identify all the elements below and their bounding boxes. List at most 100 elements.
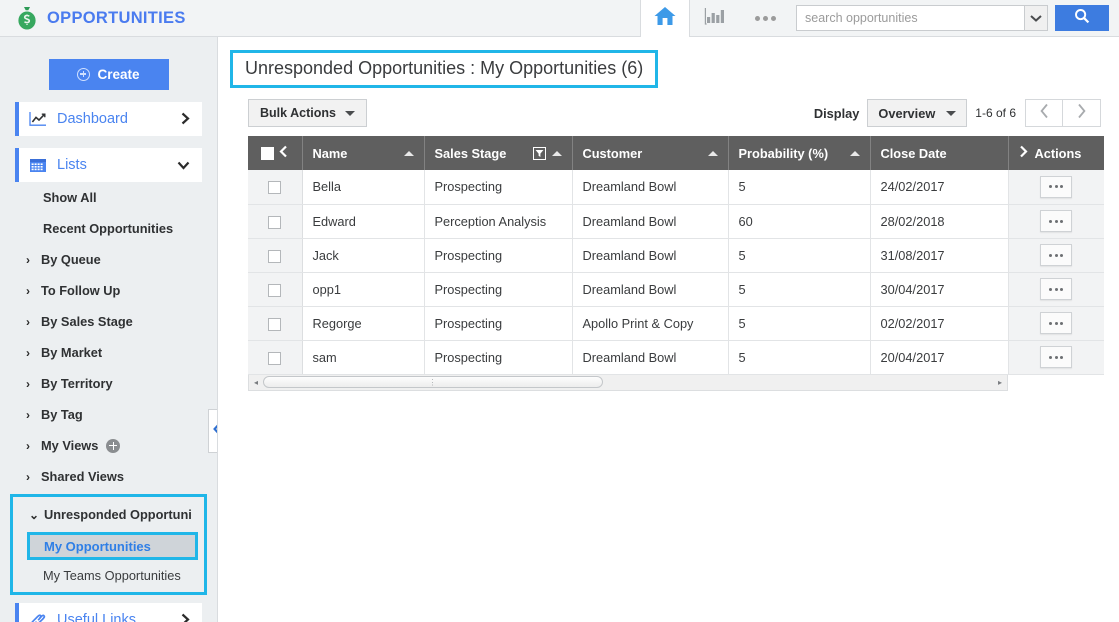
column-header-select-all[interactable] [248,136,303,170]
sidebar-item-shared-views[interactable]: › Shared Views [26,461,217,492]
home-button[interactable] [641,0,689,37]
sidebar-item-by-sales-stage[interactable]: › By Sales Stage [26,306,217,337]
sort-ascending-icon[interactable] [551,150,562,156]
create-button[interactable]: Create [48,59,169,90]
chevron-left-icon [1039,103,1050,124]
chevron-right-icon [181,112,190,127]
search-submit-button[interactable] [1055,5,1109,31]
search-input[interactable] [796,5,1024,31]
table-row[interactable]: Bella Prospecting Dreamland Bowl 5 24/02… [248,170,1104,205]
sidebar-item-to-follow-up[interactable]: › To Follow Up [26,275,217,306]
row-checkbox-cell[interactable] [248,340,303,375]
row-actions-button[interactable] [1040,244,1073,266]
table-row[interactable]: Regorge Prospecting Apollo Print & Copy … [248,306,1104,341]
select-all-checkbox[interactable] [261,146,275,160]
sidebar-item-recent-opportunities[interactable]: Recent Opportunities [43,213,217,244]
display-mode-select[interactable]: Overview [867,99,968,127]
sidebar-item-dashboard[interactable]: Dashboard [15,102,202,136]
chevron-right-icon[interactable] [1019,145,1028,161]
sidebar-item-lists[interactable]: Lists [15,148,202,182]
scrollbar-thumb[interactable]: ⋮ [263,376,603,388]
row-checkbox-cell[interactable] [248,272,303,307]
search-scope-dropdown[interactable] [1024,5,1048,31]
cell-close-date: 30/04/2017 [870,272,1009,307]
cell-name: Regorge [302,306,425,341]
column-header-name[interactable]: Name [302,136,425,170]
sidebar-collapse-handle[interactable] [208,409,217,453]
sidebar-item-my-teams-opportunities[interactable]: My Teams Opportunities [43,562,204,588]
cell-actions[interactable] [1008,340,1104,375]
row-checkbox[interactable] [268,215,282,229]
sidebar-item-useful-links[interactable]: Useful Links [15,603,202,622]
row-actions-button[interactable] [1040,312,1073,334]
previous-page-button[interactable] [1025,99,1063,127]
cell-actions[interactable] [1008,306,1104,341]
row-checkbox-cell[interactable] [248,306,303,341]
main-content: Unresponded Opportunities : My Opportuni… [219,37,1119,622]
sidebar-item-my-opportunities[interactable]: My Opportunities [27,532,198,560]
sidebar-item-unresponded-opportunities[interactable]: ⌄ Unresponded Opportuni [29,499,204,530]
column-header-sales-stage[interactable]: Sales Stage [424,136,573,170]
sort-ascending-icon[interactable] [403,150,414,156]
sidebar-item-label: By Tag [41,407,83,422]
table-row[interactable]: Edward Perception Analysis Dreamland Bow… [248,204,1104,239]
row-checkbox-cell[interactable] [248,170,303,205]
sort-ascending-icon[interactable] [707,150,718,156]
sidebar-item-by-tag[interactable]: › By Tag [26,399,217,430]
table-row[interactable]: Jack Prospecting Dreamland Bowl 5 31/08/… [248,238,1104,273]
table-row[interactable]: opp1 Prospecting Dreamland Bowl 5 30/04/… [248,272,1104,307]
row-checkbox[interactable] [268,351,282,365]
table-horizontal-scrollbar[interactable]: ◂ ⋮ ▸ [248,374,1008,391]
row-actions-button[interactable] [1040,346,1073,368]
sidebar-item-label: By Sales Stage [41,314,133,329]
sidebar-item-by-territory[interactable]: › By Territory [26,368,217,399]
opportunities-table-container: Name Sales Stage Customer Probability (%… [248,136,1104,391]
row-checkbox-cell[interactable] [248,204,303,239]
row-checkbox[interactable] [268,249,282,263]
scrollbar-track[interactable]: ⋮ [263,375,993,389]
cell-sales-stage: Prospecting [424,306,573,341]
row-checkbox[interactable] [268,317,282,331]
scroll-left-button[interactable]: ◂ [249,375,263,389]
cell-actions[interactable] [1008,170,1104,205]
table-row[interactable]: sam Prospecting Dreamland Bowl 5 20/04/2… [248,340,1104,375]
chevron-right-icon: › [26,252,30,267]
bulk-actions-label: Bulk Actions [260,106,336,120]
row-checkbox-cell[interactable] [248,238,303,273]
home-icon [653,5,677,32]
sidebar-item-show-all[interactable]: Show All [43,182,217,213]
chevron-left-icon[interactable] [279,145,288,161]
sidebar-item-label: By Territory [41,376,113,391]
table-header-row: Name Sales Stage Customer Probability (%… [248,136,1104,170]
cell-actions[interactable] [1008,272,1104,307]
column-header-close-date[interactable]: Close Date [870,136,1009,170]
cell-customer: Dreamland Bowl [572,204,729,239]
scrollbar-grip: ⋮ [428,377,438,387]
chevron-right-icon: › [26,407,30,422]
row-checkbox[interactable] [268,283,282,297]
row-actions-button[interactable] [1040,210,1073,232]
column-header-actions[interactable]: Actions [1008,136,1104,170]
cell-actions[interactable] [1008,238,1104,273]
column-header-label: Customer [582,145,643,161]
cell-actions[interactable] [1008,204,1104,239]
reports-button[interactable] [690,0,740,37]
row-actions-button[interactable] [1040,278,1073,300]
sidebar-item-by-queue[interactable]: › By Queue [26,244,217,275]
scroll-right-button[interactable]: ▸ [993,375,1007,389]
column-header-label: Actions [1034,145,1082,161]
sidebar-item-label: My Opportunities [44,538,151,554]
sidebar-item-by-market[interactable]: › By Market [26,337,217,368]
sort-ascending-icon[interactable] [849,150,860,156]
bulk-actions-button[interactable]: Bulk Actions [248,99,367,127]
row-actions-button[interactable] [1040,175,1073,198]
more-button[interactable] [740,0,790,37]
column-header-customer[interactable]: Customer [572,136,729,170]
add-view-icon[interactable] [106,438,121,453]
cell-sales-stage: Prospecting [424,238,573,273]
column-header-probability[interactable]: Probability (%) [728,136,871,170]
sidebar-item-my-views[interactable]: › My Views [26,430,217,461]
filter-icon[interactable] [532,146,546,160]
next-page-button[interactable] [1063,99,1101,127]
row-checkbox[interactable] [268,181,282,195]
